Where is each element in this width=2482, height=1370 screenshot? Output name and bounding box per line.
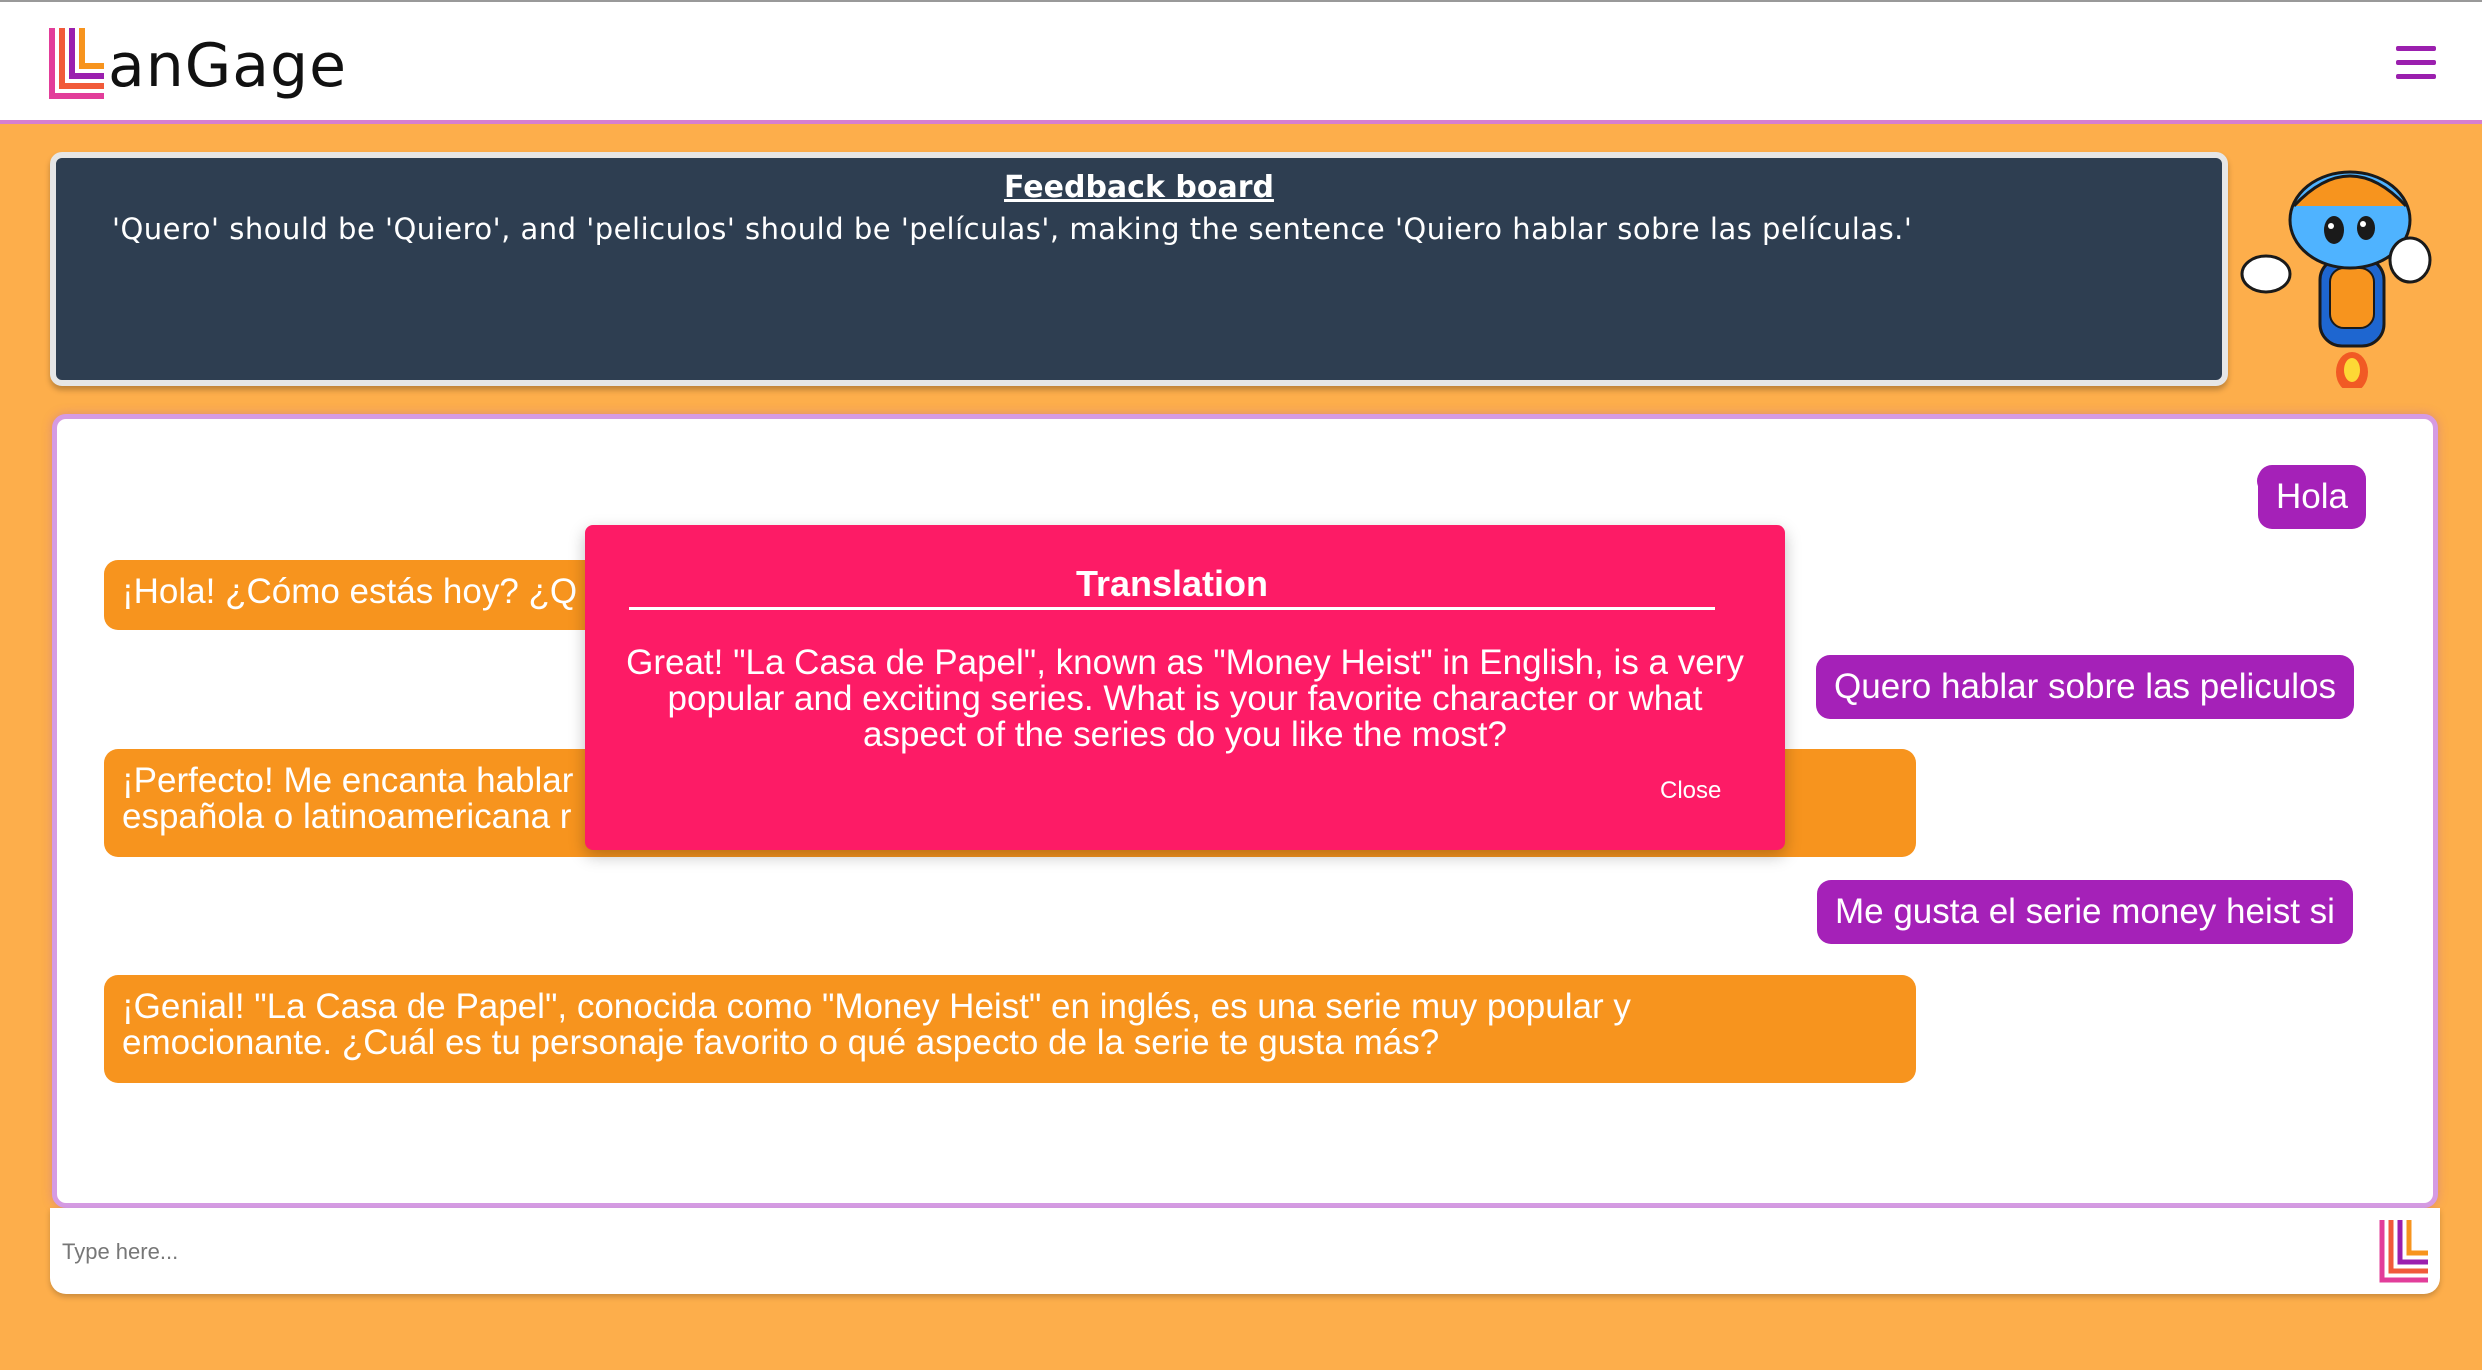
user-message-money-heist: Me gusta el serie money heist si <box>1817 880 2353 944</box>
langage-logo-icon[interactable] <box>48 26 108 100</box>
robot-mascot-icon <box>2240 170 2432 388</box>
bot-message-genial[interactable]: ¡Genial! "La Casa de Papel", conocida co… <box>104 975 1916 1083</box>
translation-modal: Translation Great! "La Casa de Papel", k… <box>585 525 1785 850</box>
feedback-board-title: Feedback board <box>1004 170 1274 205</box>
hamburger-menu-icon[interactable] <box>2396 46 2436 80</box>
bot-message-line: ¡Genial! "La Casa de Papel", conocida co… <box>122 987 1631 1026</box>
brand-name: anGage <box>108 31 348 101</box>
feedback-text: 'Quero' should be 'Quiero', and 'pelicul… <box>112 212 1913 246</box>
feedback-board: Feedback board 'Quero' should be 'Quiero… <box>50 152 2228 386</box>
modal-title: Translation <box>629 563 1715 610</box>
bot-message-greeting: ¡Hola! ¿Cómo estás hoy? ¿Q <box>104 560 624 630</box>
close-button[interactable]: Close <box>1660 777 1721 805</box>
langage-logo-send-icon[interactable] <box>2378 1218 2432 1284</box>
user-message-hola: Hola <box>2258 465 2366 529</box>
message-input[interactable] <box>60 1226 2364 1278</box>
user-message-movies: Quero hablar sobre las peliculos <box>1816 655 2354 719</box>
translation-text: Great! "La Casa de Papel", known as "Mon… <box>626 643 1744 754</box>
message-input-bar <box>50 1208 2440 1294</box>
top-navbar: anGage <box>0 0 2482 124</box>
bot-message-line: emocionante. ¿Cuál es tu personaje favor… <box>122 1023 1440 1062</box>
